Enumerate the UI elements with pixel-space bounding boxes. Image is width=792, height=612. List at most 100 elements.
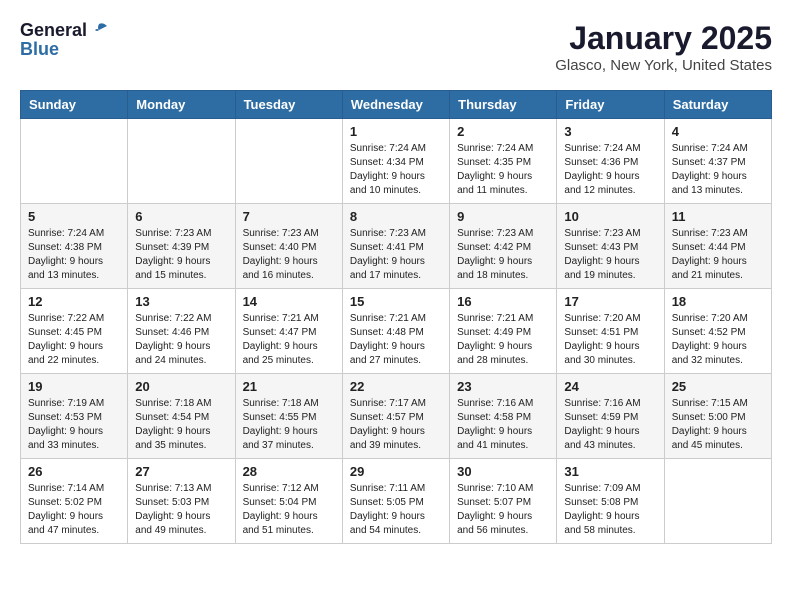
table-row: 28 Sunrise: 7:12 AM Sunset: 5:04 PM Dayli… [235, 459, 342, 544]
day-number: 8 [350, 209, 442, 224]
page-header: General Blue January 2025 Glasco, New Yo… [20, 20, 772, 74]
table-row: 15Sunrise: 7:21 AM Sunset: 4:48 PM Dayli… [342, 289, 449, 374]
logo: General Blue [20, 20, 109, 60]
table-row [235, 119, 342, 204]
day-info: Sunrise: 7:13 AM Sunset: 5:03 PM Dayligh… [135, 482, 227, 538]
day-number: 4 [672, 124, 764, 139]
header-monday: Monday [128, 91, 235, 119]
day-info: Sunrise: 7:20 AM Sunset: 4:51 PM Dayligh… [564, 312, 656, 368]
header-saturday: Saturday [664, 91, 771, 119]
day-number: 14 [243, 294, 335, 309]
day-number: 16 [457, 294, 549, 309]
logo-blue-text: Blue [20, 39, 109, 60]
day-info: Sunrise: 7:15 AM Sunset: 5:00 PM Dayligh… [672, 397, 764, 453]
table-row: 25 Sunrise: 7:15 AM Sunset: 5:00 PM Dayli… [664, 374, 771, 459]
day-info: Sunrise: 7:23 AM Sunset: 4:44 PM Dayligh… [672, 227, 764, 283]
table-row: 18Sunrise: 7:20 AM Sunset: 4:52 PM Dayli… [664, 289, 771, 374]
table-row: 30Sunrise: 7:10 AM Sunset: 5:07 PM Dayli… [450, 459, 557, 544]
day-info: Sunrise: 7:11 AM Sunset: 5:05 PM Dayligh… [350, 482, 442, 538]
calendar-week-row: 12 Sunrise: 7:22 AM Sunset: 4:45 PM Dayli… [21, 289, 772, 374]
day-number: 15 [350, 294, 442, 309]
table-row: 7 Sunrise: 7:23 AM Sunset: 4:40 PM Daylig… [235, 204, 342, 289]
table-row: 8 Sunrise: 7:23 AM Sunset: 4:41 PM Daylig… [342, 204, 449, 289]
day-number: 11 [672, 209, 764, 224]
day-number: 22 [350, 379, 442, 394]
day-number: 9 [457, 209, 549, 224]
day-number: 2 [457, 124, 549, 139]
title-block: January 2025 Glasco, New York, United St… [555, 20, 772, 74]
table-row: 22 Sunrise: 7:17 AM Sunset: 4:57 PM Dayli… [342, 374, 449, 459]
day-info: Sunrise: 7:24 AM Sunset: 4:34 PM Dayligh… [350, 142, 442, 198]
day-number: 1 [350, 124, 442, 139]
logo-bird-icon [89, 22, 109, 40]
day-info: Sunrise: 7:12 AM Sunset: 5:04 PM Dayligh… [243, 482, 335, 538]
day-info: Sunrise: 7:16 AM Sunset: 4:58 PM Dayligh… [457, 397, 549, 453]
day-number: 18 [672, 294, 764, 309]
calendar-week-row: 5 Sunrise: 7:24 AM Sunset: 4:38 PM Daylig… [21, 204, 772, 289]
day-number: 28 [243, 464, 335, 479]
day-info: Sunrise: 7:21 AM Sunset: 4:49 PM Dayligh… [457, 312, 549, 368]
table-row: 5 Sunrise: 7:24 AM Sunset: 4:38 PM Daylig… [21, 204, 128, 289]
day-number: 7 [243, 209, 335, 224]
day-number: 12 [28, 294, 120, 309]
day-number: 21 [243, 379, 335, 394]
day-info: Sunrise: 7:23 AM Sunset: 4:39 PM Dayligh… [135, 227, 227, 283]
table-row: 3 Sunrise: 7:24 AM Sunset: 4:36 PM Daylig… [557, 119, 664, 204]
table-row: 2 Sunrise: 7:24 AM Sunset: 4:35 PM Daylig… [450, 119, 557, 204]
calendar-week-row: 19Sunrise: 7:19 AM Sunset: 4:53 PM Dayli… [21, 374, 772, 459]
day-number: 31 [564, 464, 656, 479]
day-info: Sunrise: 7:18 AM Sunset: 4:55 PM Dayligh… [243, 397, 335, 453]
table-row: 20 Sunrise: 7:18 AM Sunset: 4:54 PM Dayli… [128, 374, 235, 459]
day-number: 23 [457, 379, 549, 394]
day-info: Sunrise: 7:14 AM Sunset: 5:02 PM Dayligh… [28, 482, 120, 538]
header-thursday: Thursday [450, 91, 557, 119]
table-row: 14 Sunrise: 7:21 AM Sunset: 4:47 PM Dayli… [235, 289, 342, 374]
day-info: Sunrise: 7:22 AM Sunset: 4:45 PM Dayligh… [28, 312, 120, 368]
table-row: 26 Sunrise: 7:14 AM Sunset: 5:02 PM Dayli… [21, 459, 128, 544]
day-number: 17 [564, 294, 656, 309]
day-number: 10 [564, 209, 656, 224]
month-title: January 2025 [555, 20, 772, 57]
day-number: 5 [28, 209, 120, 224]
table-row: 4 Sunrise: 7:24 AM Sunset: 4:37 PM Daylig… [664, 119, 771, 204]
table-row: 31 Sunrise: 7:09 AM Sunset: 5:08 PM Dayli… [557, 459, 664, 544]
day-info: Sunrise: 7:21 AM Sunset: 4:47 PM Dayligh… [243, 312, 335, 368]
day-info: Sunrise: 7:18 AM Sunset: 4:54 PM Dayligh… [135, 397, 227, 453]
day-info: Sunrise: 7:23 AM Sunset: 4:40 PM Dayligh… [243, 227, 335, 283]
day-number: 13 [135, 294, 227, 309]
day-number: 26 [28, 464, 120, 479]
calendar-table: Sunday Monday Tuesday Wednesday Thursday… [20, 90, 772, 544]
day-info: Sunrise: 7:22 AM Sunset: 4:46 PM Dayligh… [135, 312, 227, 368]
day-info: Sunrise: 7:16 AM Sunset: 4:59 PM Dayligh… [564, 397, 656, 453]
table-row [664, 459, 771, 544]
day-info: Sunrise: 7:23 AM Sunset: 4:41 PM Dayligh… [350, 227, 442, 283]
day-info: Sunrise: 7:24 AM Sunset: 4:35 PM Dayligh… [457, 142, 549, 198]
table-row: 24 Sunrise: 7:16 AM Sunset: 4:59 PM Dayli… [557, 374, 664, 459]
table-row: 29 Sunrise: 7:11 AM Sunset: 5:05 PM Dayli… [342, 459, 449, 544]
logo-general-text: General [20, 20, 87, 41]
day-number: 24 [564, 379, 656, 394]
table-row: 10 Sunrise: 7:23 AM Sunset: 4:43 PM Dayli… [557, 204, 664, 289]
table-row: 21 Sunrise: 7:18 AM Sunset: 4:55 PM Dayli… [235, 374, 342, 459]
day-number: 20 [135, 379, 227, 394]
day-info: Sunrise: 7:24 AM Sunset: 4:38 PM Dayligh… [28, 227, 120, 283]
table-row: 19Sunrise: 7:19 AM Sunset: 4:53 PM Dayli… [21, 374, 128, 459]
day-info: Sunrise: 7:17 AM Sunset: 4:57 PM Dayligh… [350, 397, 442, 453]
day-info: Sunrise: 7:24 AM Sunset: 4:36 PM Dayligh… [564, 142, 656, 198]
location-title: Glasco, New York, United States [555, 57, 772, 74]
day-info: Sunrise: 7:24 AM Sunset: 4:37 PM Dayligh… [672, 142, 764, 198]
header-sunday: Sunday [21, 91, 128, 119]
table-row: 16 Sunrise: 7:21 AM Sunset: 4:49 PM Dayli… [450, 289, 557, 374]
day-info: Sunrise: 7:09 AM Sunset: 5:08 PM Dayligh… [564, 482, 656, 538]
day-number: 6 [135, 209, 227, 224]
table-row: 13 Sunrise: 7:22 AM Sunset: 4:46 PM Dayli… [128, 289, 235, 374]
day-number: 27 [135, 464, 227, 479]
calendar-week-row: 1 Sunrise: 7:24 AM Sunset: 4:34 PM Daylig… [21, 119, 772, 204]
day-number: 25 [672, 379, 764, 394]
day-number: 29 [350, 464, 442, 479]
header-tuesday: Tuesday [235, 91, 342, 119]
day-info: Sunrise: 7:23 AM Sunset: 4:43 PM Dayligh… [564, 227, 656, 283]
day-info: Sunrise: 7:19 AM Sunset: 4:53 PM Dayligh… [28, 397, 120, 453]
calendar-header-row: Sunday Monday Tuesday Wednesday Thursday… [21, 91, 772, 119]
day-number: 3 [564, 124, 656, 139]
